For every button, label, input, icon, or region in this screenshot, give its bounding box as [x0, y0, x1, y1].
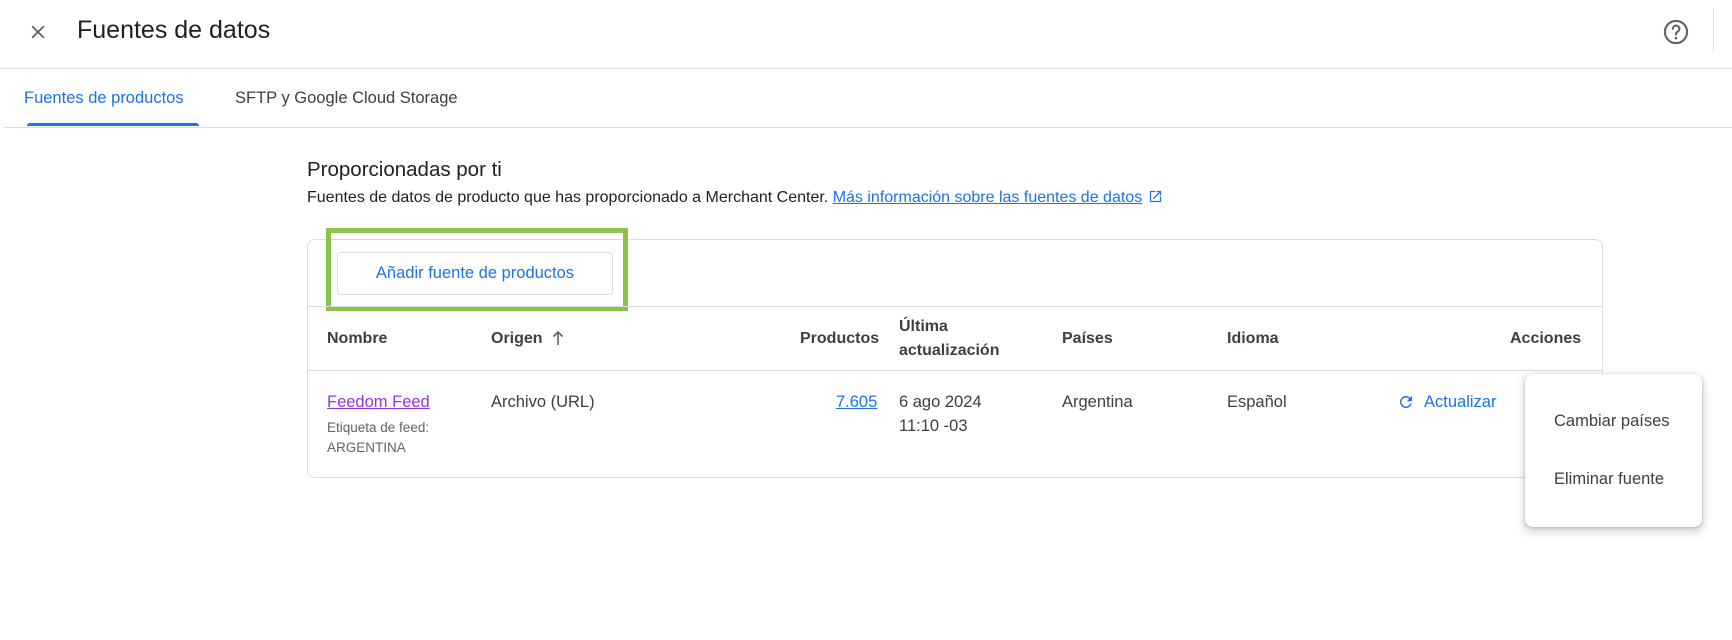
- section-title: Proporcionadas por ti: [307, 158, 502, 181]
- column-header-last-update: Última actualización: [899, 315, 999, 363]
- column-header-language: Idioma: [1227, 330, 1279, 347]
- column-header-products: Productos: [800, 330, 880, 347]
- refresh-button-label: Actualizar: [1424, 392, 1497, 411]
- table-row-divider: [308, 370, 1602, 371]
- refresh-icon: [1399, 396, 1412, 408]
- section-description: Fuentes de datos de producto que has pro…: [307, 188, 1163, 208]
- column-header-name: Nombre: [327, 330, 388, 347]
- origin-cell: Archivo (URL): [491, 393, 595, 411]
- menu-item-delete-source[interactable]: Eliminar fuente: [1525, 455, 1702, 503]
- close-icon: [31, 25, 45, 39]
- column-header-last-update-line1: Última: [899, 318, 948, 335]
- tab-sftp-cloud-storage[interactable]: SFTP y Google Cloud Storage: [235, 70, 458, 127]
- refresh-button[interactable]: Actualizar: [1397, 387, 1496, 417]
- column-header-origin-label: Origen: [491, 330, 543, 347]
- arrow-up-icon: [552, 330, 563, 345]
- close-button[interactable]: [20, 14, 56, 50]
- page-title: Fuentes de datos: [77, 16, 271, 44]
- menu-item-change-countries[interactable]: Cambiar países: [1525, 397, 1702, 445]
- country-cell: Argentina: [1062, 393, 1133, 411]
- feed-label-caption: Etiqueta de feed:: [327, 420, 430, 435]
- last-update-date: 6 ago 2024: [899, 393, 982, 411]
- language-cell: Español: [1227, 393, 1287, 411]
- learn-more-link[interactable]: Más información sobre las fuentes de dat…: [833, 189, 1143, 206]
- tab-product-sources[interactable]: Fuentes de productos: [24, 70, 184, 127]
- column-header-last-update-line2: actualización: [899, 342, 1000, 359]
- top-bar: Fuentes de datos: [0, 0, 1732, 69]
- tab-bar: Fuentes de productos SFTP y Google Cloud…: [4, 70, 1732, 128]
- column-header-actions: Acciones: [1510, 330, 1582, 347]
- learn-more-link-text: Más información sobre las fuentes de dat…: [832, 189, 1143, 206]
- open-in-new-icon: [1150, 190, 1162, 203]
- section-description-text: Fuentes de datos de producto que has pro…: [307, 189, 829, 206]
- column-header-origin[interactable]: Origen: [491, 327, 565, 351]
- actions-menu: Cambiar países Eliminar fuente: [1525, 374, 1702, 527]
- feed-name-cell: Feedom Feed: [327, 390, 430, 414]
- column-header-countries: Países: [1062, 330, 1113, 347]
- products-count-link[interactable]: 7.605: [836, 393, 877, 411]
- help-button[interactable]: [1657, 13, 1695, 51]
- highlight-box: [326, 228, 628, 311]
- products-cell: 7.605: [836, 390, 877, 414]
- feed-label-value: ARGENTINA: [327, 440, 406, 455]
- feed-name-link[interactable]: Feedom Feed: [327, 393, 430, 411]
- help-icon: [1663, 19, 1689, 45]
- topbar-divider: [1713, 8, 1714, 52]
- table-header-divider: [308, 306, 1602, 307]
- active-tab-indicator: [27, 123, 199, 126]
- last-update-time: 11:10 -03: [899, 417, 968, 435]
